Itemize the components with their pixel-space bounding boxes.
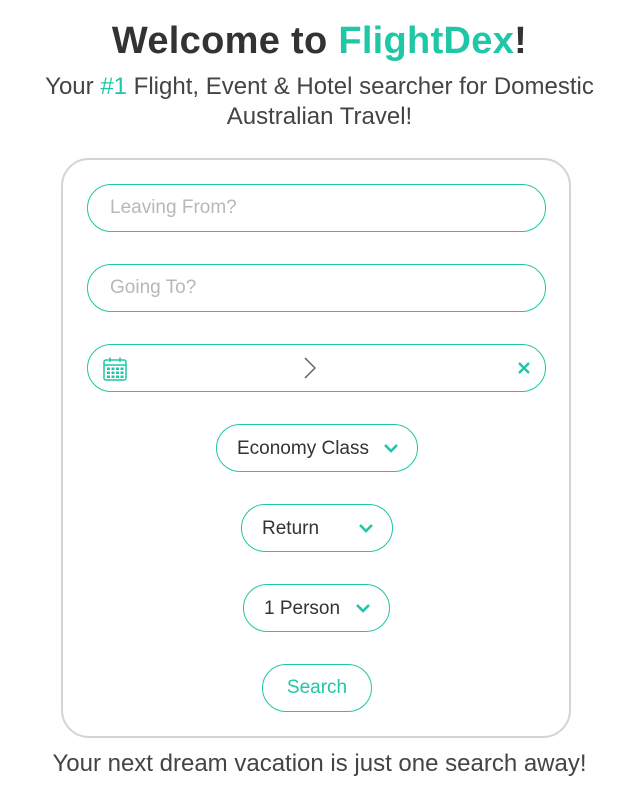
class-select-value: Economy Class xyxy=(237,438,369,459)
calendar-icon[interactable] xyxy=(102,356,128,382)
page-title: Welcome to FlightDex! xyxy=(0,20,639,63)
trip-type-select-value: Return xyxy=(262,518,320,539)
chevron-right-icon xyxy=(304,357,316,379)
class-select[interactable]: Economy Class xyxy=(216,424,418,472)
title-suffix: ! xyxy=(514,20,528,62)
leaving-from-input[interactable] xyxy=(87,184,546,232)
page-subtitle: Your #1 Flight, Event & Hotel searcher f… xyxy=(20,72,619,132)
title-prefix: Welcome to xyxy=(111,20,339,62)
search-button[interactable]: Search xyxy=(262,664,372,712)
date-range-picker[interactable] xyxy=(87,344,546,392)
chevron-down-icon xyxy=(384,444,398,453)
subtitle-prefix: Your xyxy=(45,73,101,100)
trip-type-select[interactable]: Return xyxy=(241,504,393,552)
close-icon[interactable] xyxy=(517,361,531,375)
passengers-select-value: 1 Person xyxy=(264,598,341,619)
subtitle-highlight: #1 xyxy=(100,73,128,100)
subtitle-rest: Flight, Event & Hotel searcher for Domes… xyxy=(127,73,594,130)
page: Welcome to FlightDex! Your #1 Flight, Ev… xyxy=(0,0,639,795)
footer-tagline: Your next dream vacation is just one sea… xyxy=(52,750,587,777)
brand-name: FlightDex xyxy=(338,20,515,62)
chevron-down-icon xyxy=(359,524,373,533)
passengers-select[interactable]: 1 Person xyxy=(243,584,390,632)
chevron-down-icon xyxy=(356,604,370,613)
going-to-input[interactable] xyxy=(87,264,546,312)
